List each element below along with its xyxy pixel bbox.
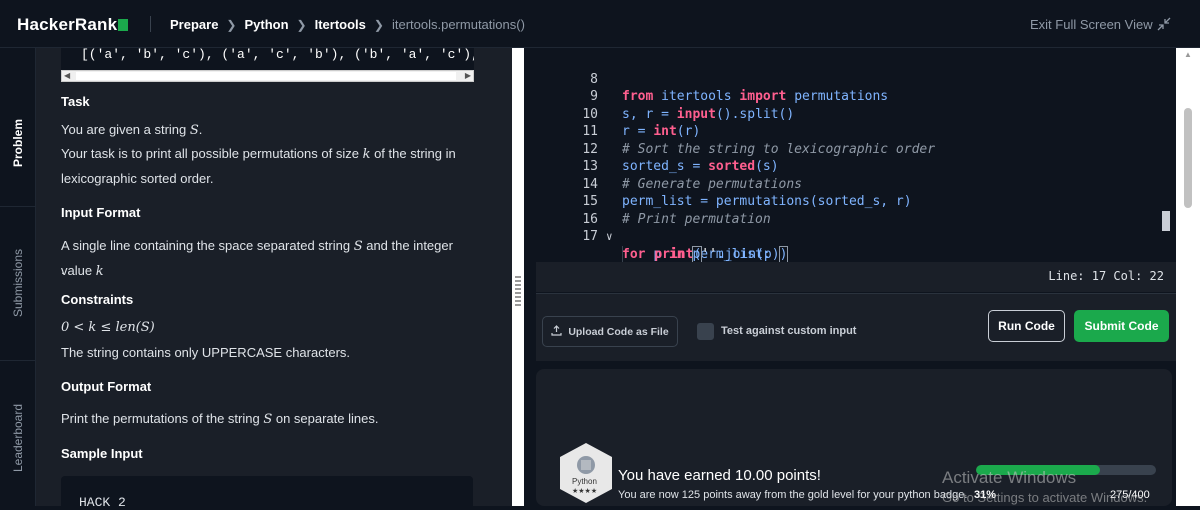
windows-activation-subtitle: Go to Settings to activate Windows. [942,490,1148,505]
constraint-formula: 0 < k ≤ len(S) [61,320,155,335]
code-line[interactable]: print(''.join(p)) [622,245,789,263]
action-bar: Upload Code as File Test against custom … [536,293,1176,361]
sample-input-heading: Sample Input [61,446,143,461]
badge-label: Python [572,477,597,486]
points-card: Python ★★★★ You have earned 10.00 points… [536,369,1172,506]
tab-problem[interactable]: Problem [0,88,36,198]
tab-leaderboard[interactable]: Leaderboard [0,383,36,493]
editor-status-bar: Line: 17 Col: 22 [536,262,1176,292]
input-format-heading: Input Format [61,205,141,220]
input-format-end: . [61,262,65,277]
problem-statement-panel: [('a', 'b', 'c'), ('a', 'c', 'b'), ('b',… [36,48,512,506]
top-navigation-bar: HackerRank Prepare ❯ Python ❯ Itertools … [0,0,1200,48]
tab-submissions[interactable]: Submissions [0,228,36,338]
panel-resize-divider[interactable] [512,48,524,506]
output-format-heading: Output Format [61,379,152,394]
horizontal-scrollbar[interactable]: ◀ ▶ [61,70,474,82]
chevron-down-icon[interactable]: ∨ [606,228,613,246]
custom-input-label[interactable]: Test against custom input [721,325,856,337]
python-badge-icon: Python ★★★★ [556,441,616,505]
points-earned-text: You have earned 10.00 points! [618,467,821,484]
sample-input-value: HACK 2 [79,495,126,506]
hackerrank-logo[interactable]: HackerRank [17,15,129,35]
chevron-right-icon: ❯ [296,17,307,32]
sample-output-snippet: [('a', 'b', 'c'), ('a', 'c', 'b'), ('b',… [61,48,474,70]
cursor-position: Line: 17 Col: 22 [1048,269,1164,283]
task-heading: Task [61,94,90,109]
code-editor[interactable]: 8 from itertools import permutations 9 s… [536,48,1176,293]
exit-fullscreen-link[interactable]: Exit Full Screen View [1030,17,1153,32]
upload-icon [551,324,562,339]
upload-label: Upload Code as File [568,325,669,338]
task-line-2: Your task is to print all possible permu… [61,146,456,162]
chevron-right-icon: ❯ [226,17,237,32]
text-cursor [1162,211,1170,231]
side-navigation: Problem Submissions Leaderboard [0,48,36,506]
line-number: 17 [582,229,598,244]
task-line-1: You are given a string S. [61,122,203,138]
sample-input-box: HACK 2 [61,476,473,506]
breadcrumb-itertools[interactable]: Itertools [315,17,366,32]
windows-activation-watermark: Activate Windows [942,468,1077,487]
collapse-icon[interactable] [1157,17,1171,31]
points-away-text: You are now 125 points away from the gol… [618,489,968,501]
breadcrumb: Prepare ❯ Python ❯ Itertools ❯ itertools… [170,17,525,32]
result-panel: Python ★★★★ You have earned 10.00 points… [536,361,1176,506]
breadcrumb-current: itertools.permutations() [391,17,525,32]
badge-stars: ★★★★ [572,488,598,495]
breadcrumb-python[interactable]: Python [244,17,288,32]
submit-code-button[interactable]: Submit Code [1074,310,1169,342]
editor-vertical-scrollbar[interactable]: ▲ [1176,48,1200,506]
breadcrumb-prepare[interactable]: Prepare [170,17,218,32]
constraint-text: The string contains only UPPERCASE chara… [61,345,351,360]
task-line-3: lexicographic sorted order. [61,171,214,186]
constraints-heading: Constraints [61,292,134,307]
run-code-button[interactable]: Run Code [988,310,1065,342]
chevron-right-icon: ❯ [373,17,384,32]
upload-code-button[interactable]: Upload Code as File [542,316,678,347]
drag-handle-icon[interactable] [515,276,521,306]
output-format-text: Print the permutations of the string S o… [61,411,379,427]
custom-input-checkbox[interactable] [697,323,714,340]
header-divider [150,16,151,32]
